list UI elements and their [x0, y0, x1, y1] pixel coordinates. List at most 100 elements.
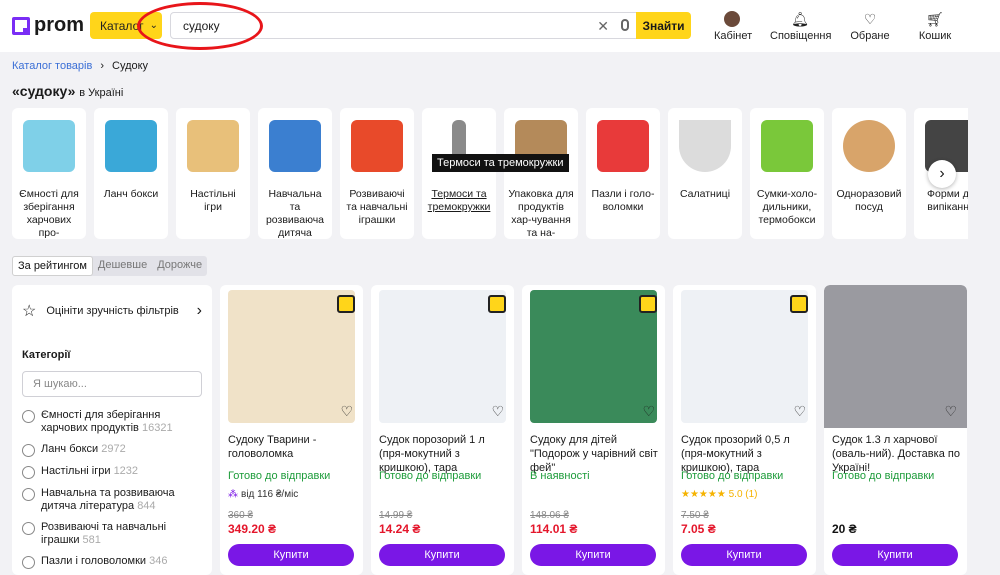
- filter-category-item[interactable]: Пазли і головоломки 346: [22, 555, 202, 569]
- buy-button[interactable]: Купити: [379, 544, 505, 566]
- product-price: 20 ₴: [832, 522, 857, 536]
- delivery-badge-icon: [488, 295, 506, 313]
- category-tile[interactable]: Салатниці: [668, 108, 742, 239]
- product-name[interactable]: Судоку для дітей "Подорож у чарівний сві…: [530, 433, 658, 475]
- category-image: [105, 120, 157, 172]
- breadcrumb: Каталог товарів › Судоку: [12, 60, 148, 72]
- heart-icon[interactable]: ♡: [642, 403, 655, 420]
- nav-cart[interactable]: 🛒︎ Кошик: [915, 10, 955, 43]
- heart-icon[interactable]: ♡: [491, 403, 504, 420]
- radio-icon[interactable]: [22, 466, 35, 479]
- radio-icon[interactable]: [22, 488, 35, 501]
- search-input[interactable]: судоку ✕: [170, 12, 638, 39]
- filter-item-count: 346: [149, 555, 168, 567]
- nav-label: Сповіщення: [770, 30, 832, 42]
- category-tile[interactable]: Розвиваючі та навчальні іграшки: [340, 108, 414, 239]
- product-old-price: 7.50 ₴: [681, 510, 709, 521]
- radio-icon[interactable]: [22, 556, 35, 569]
- nav-cabinet[interactable]: Кабінет: [714, 10, 753, 42]
- category-tile[interactable]: Термоси та тремокружки: [422, 108, 496, 239]
- nav-notifications[interactable]: 🔔︎ Сповіщення: [770, 10, 832, 43]
- filter-item-count: 844: [137, 500, 156, 512]
- category-tile[interactable]: Ланч бокси: [94, 108, 168, 239]
- rate-filters-link[interactable]: ☆ Оцініти зручність фільтрів ›: [22, 297, 202, 325]
- chevron-down-icon: ⌄: [149, 20, 159, 31]
- sort-more-expensive[interactable]: Дорожче: [152, 256, 207, 276]
- product-name[interactable]: Судоку Тварини - головоломка: [228, 433, 356, 461]
- nav-label: Кабінет: [714, 30, 753, 42]
- chevron-right-icon: ›: [100, 60, 104, 72]
- category-image: [679, 120, 731, 172]
- nav-favorites[interactable]: ♡ Обране: [850, 10, 890, 43]
- product-card[interactable]: ♡ Судок 1.3 л харчової (оваль-ний). Дост…: [824, 285, 967, 575]
- filter-item-label: Ланч бокси: [41, 443, 99, 455]
- product-availability: Готово до відправки: [681, 470, 784, 482]
- category-image: [23, 120, 75, 172]
- bell-icon: 🔔︎: [791, 10, 809, 27]
- buy-button[interactable]: Купити: [228, 544, 354, 566]
- product-card[interactable]: ♡ Судок порозорий 1 л (пря-мокутний з кр…: [371, 285, 514, 575]
- heart-icon[interactable]: ♡: [340, 403, 353, 420]
- carousel-next-button[interactable]: ›: [928, 160, 956, 188]
- category-image: [187, 120, 239, 172]
- product-old-price: 360 ₴: [228, 510, 254, 521]
- product-image[interactable]: [681, 290, 808, 423]
- category-tile[interactable]: Настільні ігри: [176, 108, 250, 239]
- close-icon[interactable]: ✕: [597, 18, 609, 35]
- product-image[interactable]: [530, 290, 657, 423]
- filter-panel: ☆ Оцініти зручність фільтрів › Категорії Я…: [12, 285, 212, 575]
- category-tile[interactable]: Ємності для зберігання харчових про-: [12, 108, 86, 239]
- filter-category-item[interactable]: Настільні ігри 1232: [22, 465, 202, 479]
- category-tile[interactable]: Навчальна та розвиваюча дитяча літера-: [258, 108, 332, 239]
- category-tile[interactable]: Упаковка для продуктів хар-чування та на…: [504, 108, 578, 239]
- product-name[interactable]: Судок прозорий 0,5 л (пря-мокутний з кри…: [681, 433, 809, 475]
- filter-category-item[interactable]: Ланч бокси 2972: [22, 443, 202, 457]
- microphone-icon[interactable]: [621, 19, 629, 31]
- product-card[interactable]: ♡ Судок прозорий 0,5 л (пря-мокутний з к…: [673, 285, 816, 575]
- category-tile[interactable]: Пазли і голо-воломки: [586, 108, 660, 239]
- category-label: Сумки-холо-дильники, термобокси: [756, 188, 818, 226]
- category-label: Пазли і голо-воломки: [591, 188, 655, 213]
- product-image[interactable]: [228, 290, 355, 423]
- product-image[interactable]: [379, 290, 506, 423]
- product-name[interactable]: Судок 1.3 л харчової (оваль-ний). Достав…: [832, 433, 960, 475]
- filter-search-input[interactable]: Я шукаю...: [22, 371, 202, 397]
- catalog-button[interactable]: Каталог ⌄: [90, 12, 162, 39]
- heart-icon[interactable]: ♡: [944, 403, 957, 420]
- product-availability: Готово до відправки: [379, 470, 482, 482]
- buy-button[interactable]: Купити: [832, 544, 958, 566]
- product-name[interactable]: Судок порозорий 1 л (пря-мокутний з криш…: [379, 433, 507, 475]
- find-button[interactable]: Знайти: [636, 12, 691, 39]
- sort-cheaper[interactable]: Дешевше: [93, 256, 152, 276]
- buy-button[interactable]: Купити: [681, 544, 807, 566]
- product-card[interactable]: ♡ Судоку Тварини - головоломка Готово до…: [220, 285, 363, 575]
- logo-text: prom: [34, 14, 84, 36]
- category-tile[interactable]: Одноразовий посуд: [832, 108, 906, 239]
- category-label: Упаковка для продуктів хар-чування та на…: [508, 188, 574, 239]
- category-label: Форми дл випікання: [927, 188, 968, 213]
- heart-icon[interactable]: ♡: [793, 403, 806, 420]
- radio-icon[interactable]: [22, 444, 35, 457]
- category-tile[interactable]: Сумки-холо-дильники, термобокси: [750, 108, 824, 239]
- radio-icon[interactable]: [22, 410, 35, 423]
- buy-button[interactable]: Купити: [530, 544, 656, 566]
- filter-category-item[interactable]: Розвиваючі та навчальні іграшки 581: [22, 521, 202, 547]
- radio-icon[interactable]: [22, 522, 35, 535]
- category-label: Термоси та тремокружки: [427, 188, 491, 213]
- filter-category-item[interactable]: Навчальна та розвиваюча дитяча літератур…: [22, 487, 202, 513]
- page-title-suffix: в Україні: [79, 87, 124, 99]
- sort-by-rating[interactable]: За рейтингом: [12, 256, 93, 276]
- product-card[interactable]: ♡ Судоку для дітей "Подорож у чарівний с…: [522, 285, 665, 575]
- category-label: Ланч бокси: [103, 188, 159, 200]
- avatar-icon: [724, 11, 740, 27]
- category-image: [351, 120, 403, 172]
- filter-category-list: Ємності для зберігання харчових продукті…: [22, 409, 202, 569]
- star-icon: ☆: [22, 303, 37, 320]
- prom-logo[interactable]: prom: [12, 14, 84, 37]
- breadcrumb-root[interactable]: Каталог товарів: [12, 60, 92, 72]
- nav-label: Обране: [850, 30, 890, 42]
- catalog-label: Каталог: [100, 18, 144, 33]
- category-label: Навчальна та розвиваюча дитяча літера-: [265, 188, 325, 239]
- filter-category-item[interactable]: Ємності для зберігання харчових продукті…: [22, 409, 202, 435]
- page-title: «судоку» в Україні: [12, 83, 123, 99]
